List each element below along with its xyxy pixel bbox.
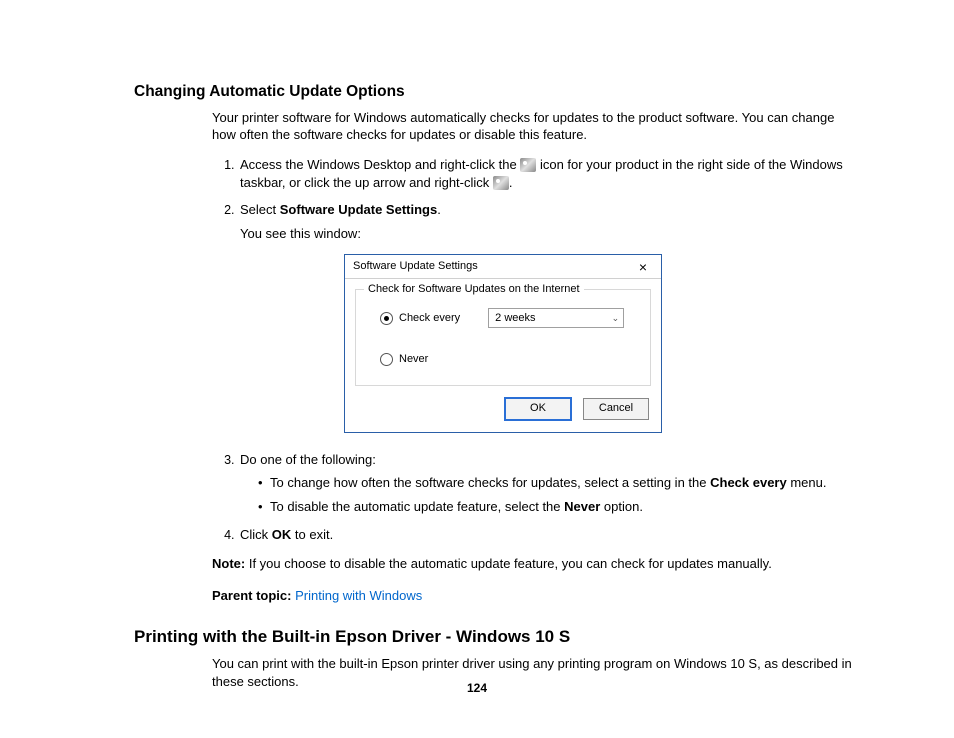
step3-text: Do one of the following: xyxy=(240,452,376,467)
step-1: Access the Windows Desktop and right-cli… xyxy=(238,156,854,191)
bullet-1: To change how often the software checks … xyxy=(258,474,854,492)
ok-button[interactable]: OK xyxy=(505,398,571,420)
dialog-title: Software Update Settings xyxy=(353,259,478,274)
update-check-groupbox: Check for Software Updates on the Intern… xyxy=(355,289,651,386)
interval-dropdown-value: 2 weeks xyxy=(495,311,535,326)
b1-b: Check every xyxy=(710,475,787,490)
radio-check-every-label: Check every xyxy=(399,311,460,326)
step4-c: to exit. xyxy=(291,527,333,542)
note-label: Note: xyxy=(212,556,245,571)
step1-text-c: . xyxy=(509,175,513,190)
b2-a: To disable the automatic update feature,… xyxy=(270,499,564,514)
b2-c: option. xyxy=(600,499,643,514)
dialog-titlebar: Software Update Settings × xyxy=(345,255,661,279)
note-text: If you choose to disable the automatic u… xyxy=(245,556,772,571)
radio-check-every-row: Check every 2 weeks ⌄ xyxy=(380,308,638,328)
b2-b: Never xyxy=(564,499,600,514)
step2-text-c: . xyxy=(437,202,441,217)
cancel-button[interactable]: Cancel xyxy=(583,398,649,420)
step2-sub: You see this window: xyxy=(240,225,854,243)
groupbox-legend: Check for Software Updates on the Intern… xyxy=(364,282,584,297)
radio-never-label: Never xyxy=(399,352,428,367)
product-tray-icon xyxy=(520,158,536,172)
radio-never-row: Never xyxy=(380,352,638,367)
step4-a: Click xyxy=(240,527,272,542)
b1-c: menu. xyxy=(787,475,827,490)
section1-intro: Your printer software for Windows automa… xyxy=(212,109,854,144)
section-heading-2: Printing with the Built-in Epson Driver … xyxy=(134,626,854,649)
interval-dropdown[interactable]: 2 weeks ⌄ xyxy=(488,308,624,328)
product-tray-icon xyxy=(493,176,509,190)
section-heading-1: Changing Automatic Update Options xyxy=(134,82,854,103)
radio-never[interactable] xyxy=(380,353,393,366)
step-2: Select Software Update Settings. You see… xyxy=(238,201,854,433)
step-3: Do one of the following: To change how o… xyxy=(238,451,854,516)
step1-text-a: Access the Windows Desktop and right-cli… xyxy=(240,157,520,172)
chevron-down-icon: ⌄ xyxy=(612,312,620,324)
step-4: Click OK to exit. xyxy=(238,526,854,544)
dialog-screenshot: Software Update Settings × Check for Sof… xyxy=(344,254,854,433)
b1-a: To change how often the software checks … xyxy=(270,475,710,490)
parent-topic-link[interactable]: Printing with Windows xyxy=(295,588,422,603)
step4-b: OK xyxy=(272,527,292,542)
parent-topic: Parent topic: Printing with Windows xyxy=(212,587,854,605)
close-icon[interactable]: × xyxy=(633,260,653,274)
dialog-button-row: OK Cancel xyxy=(345,386,661,432)
radio-check-every[interactable] xyxy=(380,312,393,325)
bullet-2: To disable the automatic update feature,… xyxy=(258,498,854,516)
step2-text-a: Select xyxy=(240,202,280,217)
page-number: 124 xyxy=(0,680,954,696)
parent-topic-label: Parent topic: xyxy=(212,588,291,603)
step2-bold: Software Update Settings xyxy=(280,202,437,217)
software-update-settings-dialog: Software Update Settings × Check for Sof… xyxy=(344,254,662,433)
steps-list: Access the Windows Desktop and right-cli… xyxy=(212,156,854,543)
note-block: Note: If you choose to disable the autom… xyxy=(212,555,854,573)
step3-bullets: To change how often the software checks … xyxy=(240,474,854,515)
